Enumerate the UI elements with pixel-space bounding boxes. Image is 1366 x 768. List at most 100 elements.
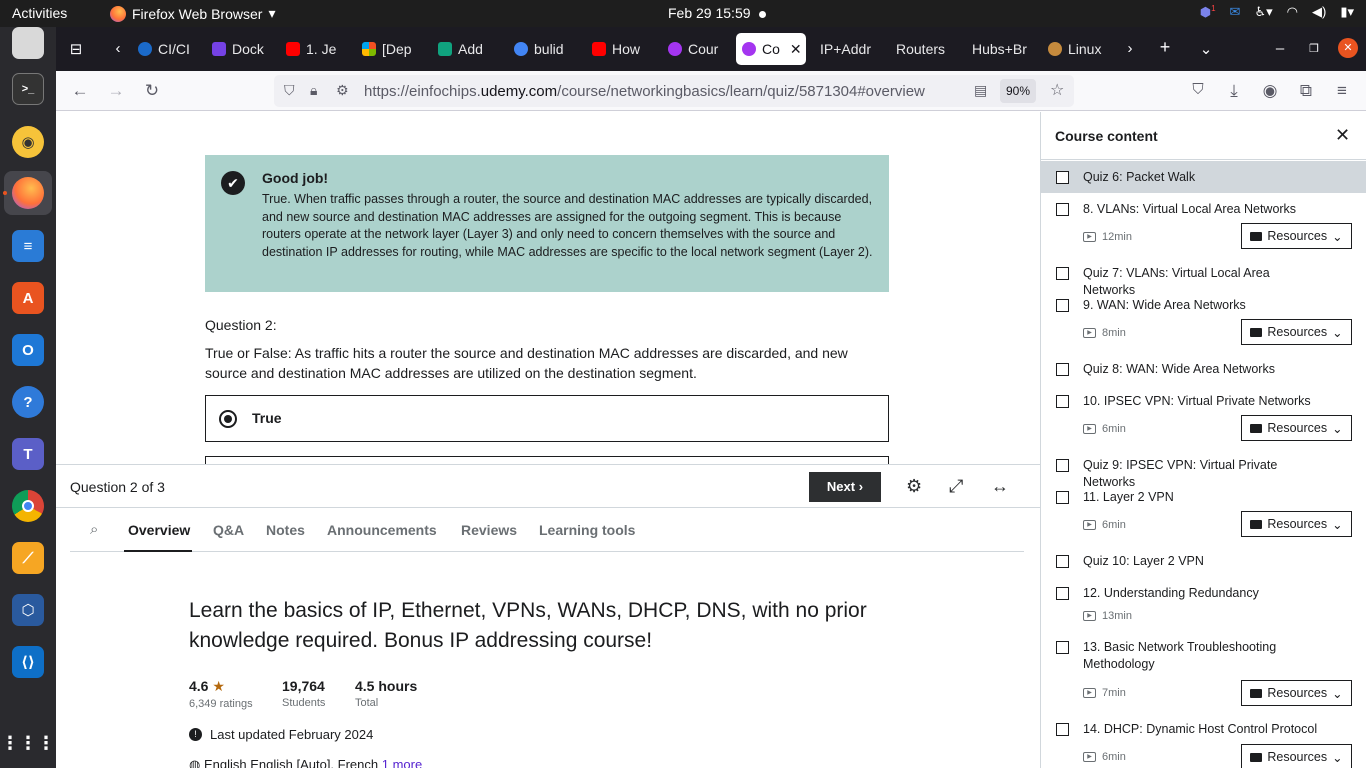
completion-checkbox[interactable] [1056, 491, 1069, 504]
curriculum-item[interactable]: Quiz 8: WAN: Wide Area Networks [1041, 353, 1366, 385]
wifi-icon[interactable]: ◠ [1287, 4, 1298, 20]
completion-checkbox[interactable] [1056, 587, 1069, 600]
completion-checkbox[interactable] [1056, 555, 1069, 568]
resources-dropdown[interactable]: Resources ⌄ [1241, 744, 1352, 768]
hamburger-menu-icon[interactable]: ≡ [1332, 81, 1352, 101]
curriculum-item[interactable]: 14. DHCP: Dynamic Host Control Protocol … [1041, 713, 1366, 768]
tab-google[interactable]: bulid [508, 33, 580, 65]
curriculum-item[interactable]: 8. VLANs: Virtual Local Area Networks ▶ 1… [1041, 193, 1366, 257]
completion-checkbox[interactable] [1056, 459, 1069, 472]
tab-notes[interactable]: Notes [266, 522, 305, 538]
resources-dropdown[interactable]: Resources ⌄ [1241, 511, 1352, 537]
curriculum-item[interactable]: Quiz 10: Layer 2 VPN [1041, 545, 1366, 577]
resources-dropdown[interactable]: Resources ⌄ [1241, 415, 1352, 441]
scroll-tabs-left-icon[interactable]: ‹ [108, 40, 128, 57]
firefox-dock-icon[interactable] [12, 177, 44, 209]
more-languages-link[interactable]: 1 more [382, 757, 422, 768]
curriculum-item[interactable]: Quiz 9: IPSEC VPN: Virtual Private Netwo… [1041, 449, 1366, 489]
battery-icon[interactable]: ▮▾ [1340, 4, 1354, 20]
radio-selected-icon[interactable] [219, 410, 237, 428]
resources-dropdown[interactable]: Resources ⌄ [1241, 680, 1352, 706]
app-menu[interactable]: Firefox Web Browser ▾ [110, 5, 275, 22]
virtualbox-icon[interactable]: ⬡ [12, 594, 44, 626]
vscode-icon[interactable]: ⟨⟩ [12, 646, 44, 678]
next-button[interactable]: Next › [809, 472, 881, 502]
list-all-tabs-icon[interactable]: ⌄ [1196, 40, 1216, 58]
completion-checkbox[interactable] [1056, 723, 1069, 736]
close-tab-icon[interactable]: ✕ [790, 41, 802, 58]
close-sidebar-icon[interactable]: ✕ [1335, 125, 1350, 146]
activities-button[interactable]: Activities [12, 5, 67, 21]
tab-udemy-course[interactable]: Cour [662, 33, 734, 65]
tab-chatgpt[interactable]: Add [432, 33, 504, 65]
curriculum-item[interactable]: Quiz 6: Packet Walk [1041, 161, 1366, 193]
tab-udemy-active[interactable]: Co ✕ [736, 33, 806, 65]
firefox-view-icon[interactable]: ⊟ [66, 40, 86, 58]
chrome-icon[interactable] [12, 490, 44, 522]
maximize-icon[interactable]: ❐ [1304, 42, 1324, 55]
resources-dropdown[interactable]: Resources ⌄ [1241, 223, 1352, 249]
files-icon[interactable] [12, 27, 44, 59]
show-apps-icon[interactable]: ⋮⋮⋮ [1, 727, 55, 759]
bookmark-star-icon[interactable]: ☆ [1050, 80, 1064, 100]
tab-routers[interactable]: Routers [890, 33, 962, 65]
url-bar[interactable]: ⛉ 🔒︎ ⚙ https://einfochips.udemy.com/cour… [274, 75, 1074, 107]
tab-learning-tools[interactable]: Learning tools [539, 522, 635, 538]
tab-overview[interactable]: Overview [128, 522, 190, 538]
search-icon[interactable]: ⌕ [90, 521, 98, 538]
tab-ip-address[interactable]: IP+Addr [814, 33, 886, 65]
account-icon[interactable]: ◉ [1260, 81, 1280, 101]
teams-icon[interactable]: T [12, 438, 44, 470]
permissions-icon[interactable]: ⚙ [336, 82, 349, 99]
back-icon[interactable]: ← [70, 81, 90, 101]
tab-youtube-2[interactable]: How [586, 33, 658, 65]
forward-icon[interactable]: → [106, 81, 126, 101]
completion-checkbox[interactable] [1056, 171, 1069, 184]
clock[interactable]: Feb 29 15:59 [668, 5, 766, 21]
expand-width-icon[interactable]: ↔ [991, 476, 1009, 497]
tab-hubs[interactable]: Hubs+Br [966, 33, 1038, 65]
minimize-icon[interactable]: – [1270, 40, 1290, 57]
tab-microsoft[interactable]: [Dep [356, 33, 428, 65]
reload-icon[interactable]: ↻ [142, 81, 162, 101]
resources-dropdown[interactable]: Resources ⌄ [1241, 319, 1352, 345]
outlook-icon[interactable]: O [12, 334, 44, 366]
curriculum-item[interactable]: 11. Layer 2 VPN ▶ 6min Resources ⌄ [1041, 481, 1366, 545]
answer-option-true[interactable]: True [205, 395, 889, 442]
curriculum-item[interactable]: Quiz 7: VLANs: Virtual Local Area Networ… [1041, 257, 1366, 297]
completion-checkbox[interactable] [1056, 299, 1069, 312]
fullscreen-icon[interactable]: ⤢ [949, 476, 963, 497]
tab-docker[interactable]: Dock [206, 33, 278, 65]
completion-checkbox[interactable] [1056, 641, 1069, 654]
downloads-icon[interactable]: ⤓ [1224, 81, 1244, 101]
reader-view-icon[interactable]: ▤ [974, 82, 987, 99]
tab-ci[interactable]: CI/CI [132, 33, 204, 65]
volume-icon[interactable]: ◀) [1312, 4, 1326, 20]
terminal-icon[interactable]: >_ [12, 73, 44, 105]
teams-tray-icon[interactable]: ⬢1 [1200, 4, 1216, 20]
answer-option-false[interactable] [205, 456, 889, 464]
tab-linux[interactable]: Linux [1042, 33, 1108, 65]
completion-checkbox[interactable] [1056, 363, 1069, 376]
curriculum-item[interactable]: 10. IPSEC VPN: Virtual Private Networks … [1041, 385, 1366, 449]
scroll-tabs-right-icon[interactable]: › [1120, 40, 1140, 57]
new-tab-icon[interactable]: + [1155, 37, 1175, 58]
lock-icon[interactable]: 🔒︎ [310, 82, 317, 99]
settings-gear-icon[interactable]: ⚙ [906, 476, 922, 497]
postman-like-icon[interactable]: ⟋ [12, 542, 44, 574]
tab-qa[interactable]: Q&A [213, 522, 244, 538]
tab-youtube-1[interactable]: 1. Je [280, 33, 352, 65]
tab-announcements[interactable]: Announcements [327, 522, 437, 538]
curriculum-item[interactable]: 12. Understanding Redundancy ▶ 13min [1041, 577, 1366, 631]
close-window-icon[interactable]: ✕ [1338, 38, 1358, 58]
app-center-icon[interactable]: A [12, 282, 44, 314]
tab-reviews[interactable]: Reviews [461, 522, 517, 538]
shield-icon[interactable]: ⛉ [284, 82, 295, 99]
rhythmbox-icon[interactable]: ◉ [12, 126, 44, 158]
writer-icon[interactable]: ≡ [12, 230, 44, 262]
pocket-icon[interactable]: ⛉ [1188, 81, 1208, 98]
outlook-tray-icon[interactable]: ✉ [1230, 4, 1241, 20]
accessibility-icon[interactable]: ♿▾ [1254, 4, 1272, 20]
completion-checkbox[interactable] [1056, 203, 1069, 216]
curriculum-item[interactable]: 13. Basic Network Troubleshooting Method… [1041, 631, 1366, 713]
